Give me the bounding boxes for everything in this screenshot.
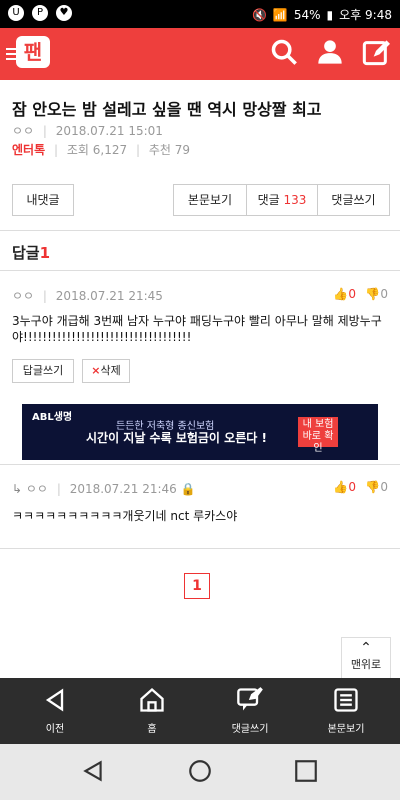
pann-logo[interactable]: 팬 [16, 36, 50, 68]
mute-icon: 🔇 [251, 7, 267, 22]
comment-date: 2018.07.21 21:45 [55, 289, 163, 303]
comments-button[interactable]: 댓글 133 [246, 184, 318, 216]
article-meta-author: ㅇㅇ | 2018.07.21 15:01 [12, 124, 163, 138]
system-home-icon[interactable] [187, 758, 213, 784]
nav-write-label: 댓글쓰기 [231, 724, 269, 735]
reply-arrow-icon: ↳ [12, 482, 23, 496]
ad-banner[interactable]: ABL생명 든든한 저축형 종신보험 시간이 지날 수록 보험금이 오른다 ! … [22, 404, 378, 460]
lock-icon: 🔒 [180, 482, 196, 496]
nav-write-comment[interactable]: 댓글쓰기 [210, 686, 290, 735]
upvote-count: 0 [348, 480, 356, 494]
ad-brand: ABL생명 [32, 412, 73, 423]
write-comment-button[interactable]: 댓글쓰기 [317, 184, 390, 216]
comments-label: 댓글 [257, 193, 280, 207]
comment-write-icon [237, 687, 263, 711]
nav-prev[interactable]: 이전 [15, 686, 95, 735]
status-right: 🔇 📶 54% ▮ 오후 9:48 [252, 6, 392, 23]
comment-item: ㅇㅇ | 2018.07.21 21:45 👍0 👎0 3누구야 개급해 3번째… [0, 270, 400, 398]
divider [0, 230, 400, 231]
my-comment-button[interactable]: 내댓글 [12, 184, 74, 216]
nav-view-post[interactable]: 본문보기 [306, 686, 386, 735]
clock: 오후 9:48 [339, 8, 392, 22]
comment-author: ㅇㅇ [12, 289, 35, 303]
nav-home-label: 홈 [147, 724, 157, 735]
thumbs-down-icon: 👎 [365, 480, 381, 494]
heart-icon: ♥ [56, 5, 72, 21]
comment-text: ㅋㅋㅋㅋㅋㅋㅋㅋㅋㅋ개웃기네 nct 루카스야 [12, 509, 238, 523]
top-actions [270, 38, 390, 66]
back-triangle-icon [45, 688, 64, 712]
write-icon[interactable] [362, 38, 390, 66]
top-app-bar: 팬 [0, 28, 400, 80]
thumbs-down-icon: 👎 [365, 287, 381, 301]
comment-meta: ㅇㅇ | 2018.07.21 21:45 [12, 289, 163, 303]
article-category[interactable]: 엔터톡 [12, 143, 45, 157]
delete-label: 삭제 [100, 364, 121, 377]
thumbs-up-icon: 👍 [333, 480, 349, 494]
app-notification-icon: U [8, 5, 24, 21]
user-icon[interactable] [316, 38, 344, 66]
ad-cta[interactable]: 내 보험 바로 확인 [298, 417, 338, 454]
upvote-button[interactable]: 👍0 [333, 287, 356, 301]
article-author: ㅇㅇ [12, 124, 35, 138]
back-to-top-label: 맨위로 [350, 658, 382, 671]
comment-meta: ↳ ㅇㅇ | 2018.07.21 21:46 🔒 [12, 482, 196, 496]
sync-icon: P [32, 5, 48, 21]
thumbs-up-icon: 👍 [333, 287, 349, 301]
views-label: 조회 [66, 143, 89, 157]
status-left-icons: U P ♥ [8, 5, 72, 21]
recommend-label: 추천 [148, 143, 171, 157]
article-date: 2018.07.21 15:01 [55, 124, 163, 138]
downvote-button[interactable]: 👎0 [365, 287, 388, 301]
article-meta-stats: 엔터톡 | 조회 6,127 | 추천 79 [12, 143, 191, 157]
replies-label: 답글 [12, 244, 40, 262]
reply-button[interactable]: 답글쓰기 [12, 359, 74, 383]
replies-count: 1 [39, 244, 51, 262]
battery-icon: ▮ [326, 7, 334, 22]
downvote-count: 0 [380, 287, 388, 301]
chevron-up-icon: ⌃ [360, 640, 372, 656]
comment-text: 3누구야 개급해 3번째 남자 누구야 패딩누구야 빨리 아무나 말해 제방누구… [12, 314, 382, 344]
comment-author: ㅇㅇ [25, 482, 48, 496]
battery-text: 54% [293, 7, 321, 22]
system-recents-icon[interactable] [293, 758, 319, 784]
search-icon[interactable] [270, 38, 298, 66]
divider [0, 548, 400, 549]
article-title: 잠 안오는 밤 설레고 싶을 땐 역시 망상짤 최고 [12, 100, 322, 119]
comments-count: 133 [283, 193, 307, 207]
view-post-button[interactable]: 본문보기 [173, 184, 247, 216]
back-to-top-button[interactable]: ⌃ 맨위로 [341, 637, 391, 681]
views-count: 6,127 [92, 143, 128, 157]
system-back-icon[interactable] [80, 758, 106, 784]
delete-button[interactable]: ×삭제 [82, 359, 130, 383]
status-bar: U P ♥ 🔇 📶 54% ▮ 오후 9:48 [0, 0, 400, 28]
system-navigation-bar [0, 744, 400, 800]
home-icon [140, 687, 164, 712]
nav-view-label: 본문보기 [327, 724, 365, 735]
comment-item: ↳ ㅇㅇ | 2018.07.21 21:46 🔒 👍0 👎0 ㅋㅋㅋㅋㅋㅋㅋㅋ… [0, 464, 400, 544]
document-icon [334, 688, 358, 712]
downvote-count: 0 [380, 480, 388, 494]
replies-header: 답글1 [12, 242, 50, 263]
ad-headline: 시간이 지날 수록 보험금이 오른다 ! [86, 431, 267, 445]
downvote-button[interactable]: 👎0 [365, 480, 388, 494]
upvote-button[interactable]: 👍0 [333, 480, 356, 494]
nav-prev-label: 이전 [45, 724, 65, 735]
comment-date: 2018.07.21 21:46 [69, 482, 177, 496]
recommend-count: 79 [174, 143, 191, 157]
wifi-icon: 📶 [272, 7, 288, 22]
bottom-navigation: 이전 홈 댓글쓰기 본문보기 [0, 678, 400, 744]
nav-home[interactable]: 홈 [112, 686, 192, 735]
pagination-current-page[interactable]: 1 [184, 573, 210, 599]
upvote-count: 0 [348, 287, 356, 301]
